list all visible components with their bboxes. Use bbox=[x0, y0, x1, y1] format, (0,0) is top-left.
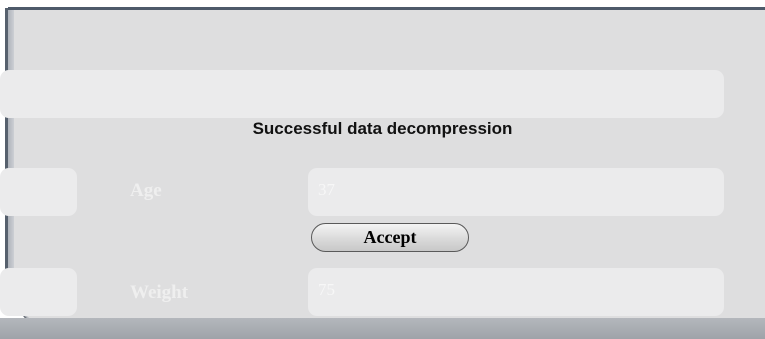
top-text-field[interactable] bbox=[0, 70, 724, 118]
age-field[interactable]: 37 bbox=[308, 168, 724, 216]
left-field-2[interactable] bbox=[0, 268, 77, 316]
weight-field[interactable]: 75 bbox=[308, 268, 724, 316]
weight-value: 75 bbox=[318, 280, 335, 299]
status-message: Successful data decompression bbox=[252, 119, 513, 138]
left-field-1[interactable] bbox=[0, 168, 77, 216]
accept-button[interactable]: Accept bbox=[311, 223, 469, 252]
weight-label: Weight bbox=[130, 282, 189, 303]
age-label: Age bbox=[130, 180, 162, 201]
window-bottom-strip bbox=[0, 318, 765, 339]
app-window: Age 37 Weight 75 Successful data decompr… bbox=[0, 0, 765, 339]
age-value: 37 bbox=[318, 180, 335, 199]
